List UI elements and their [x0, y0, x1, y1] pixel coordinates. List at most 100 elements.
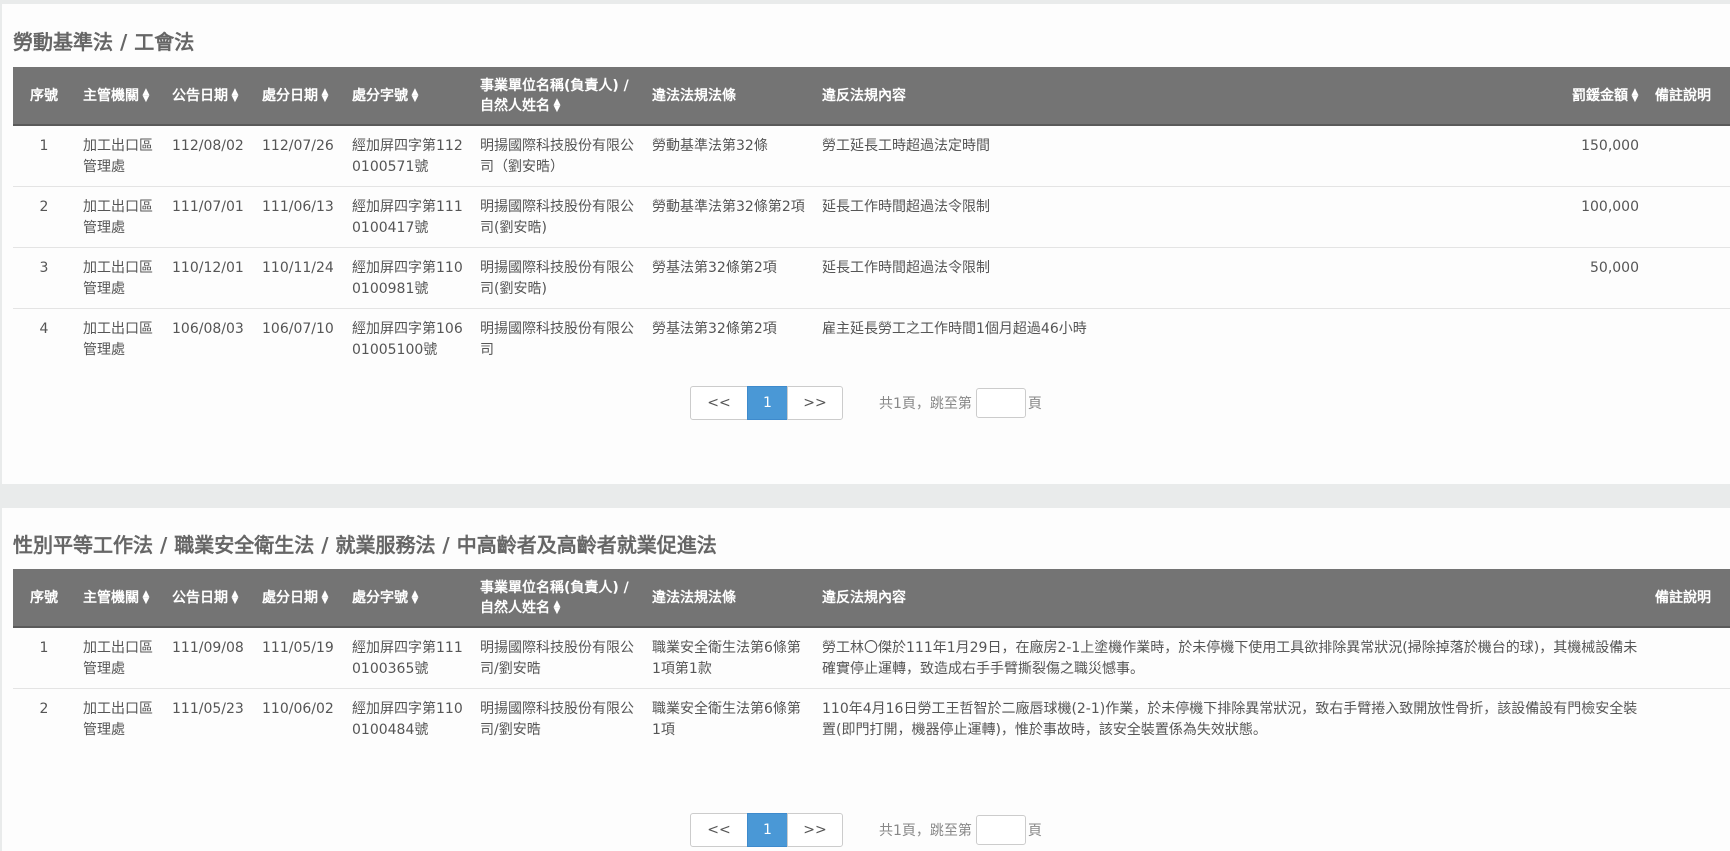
col-header-agency[interactable]: 主管機關 ▲ ▼ — [75, 67, 164, 126]
cell-agency: 加工出口區管理處 — [75, 247, 164, 309]
cell-entity: 明揚國際科技股份有限公司（劉安晧） — [472, 125, 644, 187]
cell-penalty-no: 經加屏四字第1120100571號 — [344, 125, 472, 187]
prev-page-button[interactable]: << — [690, 386, 748, 420]
sort-icon[interactable]: ▲ ▼ — [553, 97, 561, 113]
cell-penalty-date: 110/11/24 — [254, 247, 344, 309]
col-header-entity[interactable]: 事業單位名稱(負責人) / 自然人姓名 ▲ ▼ — [472, 67, 644, 126]
cell-entity: 明揚國際科技股份有限公司/劉安晧 — [472, 627, 644, 689]
cell-law: 職業安全衛生法第6條第1項第1款 — [644, 627, 814, 689]
cell-announce-date: 111/09/08 — [164, 627, 254, 689]
col-header-entity[interactable]: 事業單位名稱(負責人) / 自然人姓名 ▲ ▼ — [472, 569, 644, 628]
cell-law: 勞基法第32條第2項 — [644, 247, 814, 309]
page-1-button[interactable]: 1 — [747, 386, 788, 420]
jump-page-input[interactable] — [975, 815, 1026, 845]
sort-icon[interactable]: ▲ ▼ — [411, 589, 419, 605]
sort-icon[interactable]: ▲ ▼ — [142, 87, 150, 103]
next-page-button[interactable]: >> — [787, 813, 843, 847]
cell-entity: 明揚國際科技股份有限公司(劉安晧) — [472, 186, 644, 248]
cell-penalty-date: 111/06/13 — [254, 186, 344, 248]
cell-content: 勞工延長工時超過法定時間 — [814, 125, 1554, 187]
sort-icon[interactable]: ▲ ▼ — [1631, 87, 1639, 103]
table-row: 2 加工出口區管理處 111/05/23 110/06/02 經加屏四字第110… — [13, 689, 1730, 750]
table-row: 1 加工出口區管理處 111/09/08 111/05/19 經加屏四字第111… — [13, 627, 1730, 689]
cell-announce-date: 111/07/01 — [164, 186, 254, 248]
cell-content: 延長工作時間超過法令限制 — [814, 247, 1554, 309]
sort-icon[interactable]: ▲ ▼ — [231, 87, 239, 103]
table-row: 2 加工出口區管理處 111/07/01 111/06/13 經加屏四字第111… — [13, 186, 1730, 248]
cell-remark — [1647, 125, 1730, 187]
table-header-row: 序號 主管機關 ▲ ▼ 公告日期 ▲ ▼ 處分日期 ▲ ▼ 處分字號 ▲ ▼ 事業單位名稱(負責… — [13, 569, 1730, 628]
penalty-table: 序號 主管機關 ▲ ▼ 公告日期 ▲ ▼ 處分日期 ▲ ▼ 處分字號 ▲ ▼ 事業單位名稱(負責… — [13, 569, 1730, 749]
page-1-button[interactable]: 1 — [747, 813, 788, 847]
jump-page-input[interactable] — [975, 388, 1026, 418]
col-header-law: 違法法規法條 — [644, 569, 814, 628]
col-header-remark: 備註說明 — [1647, 67, 1730, 126]
col-header-content: 違反法規內容 — [814, 569, 1647, 628]
cell-remark — [1647, 309, 1730, 370]
col-header-no: 序號 — [13, 67, 75, 126]
cell-content: 雇主延長勞工之工作時間1個月超過46小時 — [822, 321, 1087, 337]
col-header-law: 違法法規法條 — [644, 67, 814, 126]
col-header-penalty-date[interactable]: 處分日期 ▲ ▼ — [254, 67, 344, 126]
page-info-text: 共1頁，跳至第 — [879, 396, 972, 412]
cell-remark — [1647, 689, 1730, 750]
cell-content: 110年4月16日勞工王哲智於二廠唇球機(2-1)作業，於未停機下排除異常狀況，… — [822, 701, 1638, 738]
col-header-penalty-date[interactable]: 處分日期 ▲ ▼ — [254, 569, 344, 628]
col-header-fine[interactable]: 罰鍰金額 ▲ ▼ — [1554, 67, 1647, 126]
cell-penalty-no: 經加屏四字第1100100981號 — [344, 247, 472, 309]
table-row: 3 加工出口區管理處 110/12/01 110/11/24 經加屏四字第110… — [13, 247, 1730, 309]
cell-content: 勞工林〇傑於111年1月29日，在廠房2-1上塗機作業時，於未停機下使用工具欲排… — [814, 627, 1647, 689]
col-header-penalty-no[interactable]: 處分字號 ▲ ▼ — [344, 569, 472, 628]
cell-content: 延長工作時間超過法令限制 — [814, 186, 1554, 248]
section-gender-safety-employment: 性別平等工作法 / 職業安全衛生法 / 就業服務法 / 中高齡者及高齡者就業促進… — [2, 508, 1730, 851]
page-suffix-text: 頁 — [1027, 396, 1042, 412]
table-header-row: 序號 主管機關 ▲ ▼ 公告日期 ▲ ▼ 處分日期 ▲ ▼ 處分字號 ▲ ▼ 事業單位名稱(負責… — [13, 67, 1730, 126]
cell-no: 4 — [39, 321, 49, 337]
cell-law: 勞動基準法第32條第2項 — [644, 186, 814, 248]
sort-icon[interactable]: ▲ ▼ — [142, 589, 150, 605]
cell-entity: 明揚國際科技股份有限公司 — [480, 321, 634, 358]
cell-announce-date: 106/08/03 — [172, 321, 244, 337]
col-header-announce-date[interactable]: 公告日期 ▲ ▼ — [164, 67, 254, 126]
cell-entity: 明揚國際科技股份有限公司(劉安晧) — [472, 247, 644, 309]
cell-remark — [1647, 247, 1730, 309]
col-header-agency[interactable]: 主管機關 ▲ ▼ — [75, 569, 164, 628]
cell-agency: 加工出口區管理處 — [83, 701, 153, 738]
col-header-announce-date[interactable]: 公告日期 ▲ ▼ — [164, 569, 254, 628]
cell-agency: 加工出口區管理處 — [75, 125, 164, 187]
col-header-no: 序號 — [13, 569, 75, 628]
page-info-text: 共1頁，跳至第 — [879, 823, 972, 839]
cell-announce-date: 112/08/02 — [164, 125, 254, 187]
next-page-button[interactable]: >> — [787, 386, 843, 420]
pagination: << 1 >> 共1頁，跳至第 頁 — [690, 812, 1042, 848]
section-title: 性別平等工作法 / 職業安全衛生法 / 就業服務法 / 中高齡者及高齡者就業促進… — [13, 533, 717, 557]
cell-no: 3 — [13, 247, 75, 309]
cell-penalty-date: 112/07/26 — [254, 125, 344, 187]
section-title: 勞動基準法 / 工會法 — [13, 30, 195, 54]
cell-entity: 明揚國際科技股份有限公司/劉安晧 — [480, 701, 634, 738]
prev-page-button[interactable]: << — [690, 813, 748, 847]
section-labor-standards: 勞動基準法 / 工會法 序號 主管機關 ▲ ▼ 公告日期 ▲ ▼ 處分日期 ▲ ▼ 處分字號… — [2, 4, 1730, 484]
sort-icon[interactable]: ▲ ▼ — [411, 87, 419, 103]
table-row: 4 加工出口區管理處 106/08/03 106/07/10 經加屏四字第106… — [13, 309, 1730, 370]
cell-no: 2 — [13, 186, 75, 248]
cell-law: 職業安全衛生法第6條第1項 — [652, 701, 801, 738]
cell-penalty-no: 經加屏四字第10601005100號 — [352, 321, 463, 358]
cell-penalty-no: 經加屏四字第1100100484號 — [352, 701, 463, 738]
sort-icon[interactable]: ▲ ▼ — [553, 599, 561, 615]
cell-no: 1 — [13, 125, 75, 187]
cell-fine: 150,000 — [1554, 125, 1647, 187]
sort-icon[interactable]: ▲ ▼ — [321, 87, 329, 103]
cell-fine: 100,000 — [1554, 186, 1647, 248]
cell-agency: 加工出口區管理處 — [83, 321, 153, 358]
cell-penalty-no: 經加屏四字第1110100365號 — [344, 627, 472, 689]
cell-agency: 加工出口區管理處 — [75, 627, 164, 689]
sort-icon[interactable]: ▲ ▼ — [321, 589, 329, 605]
penalty-table: 序號 主管機關 ▲ ▼ 公告日期 ▲ ▼ 處分日期 ▲ ▼ 處分字號 ▲ ▼ 事業單位名稱(負責… — [13, 67, 1730, 369]
cell-fine: 50,000 — [1554, 247, 1647, 309]
cell-remark — [1647, 186, 1730, 248]
col-header-penalty-no[interactable]: 處分字號 ▲ ▼ — [344, 67, 472, 126]
cell-penalty-date: 110/06/02 — [262, 701, 334, 717]
sort-icon[interactable]: ▲ ▼ — [231, 589, 239, 605]
col-header-content: 違反法規內容 — [814, 67, 1554, 126]
